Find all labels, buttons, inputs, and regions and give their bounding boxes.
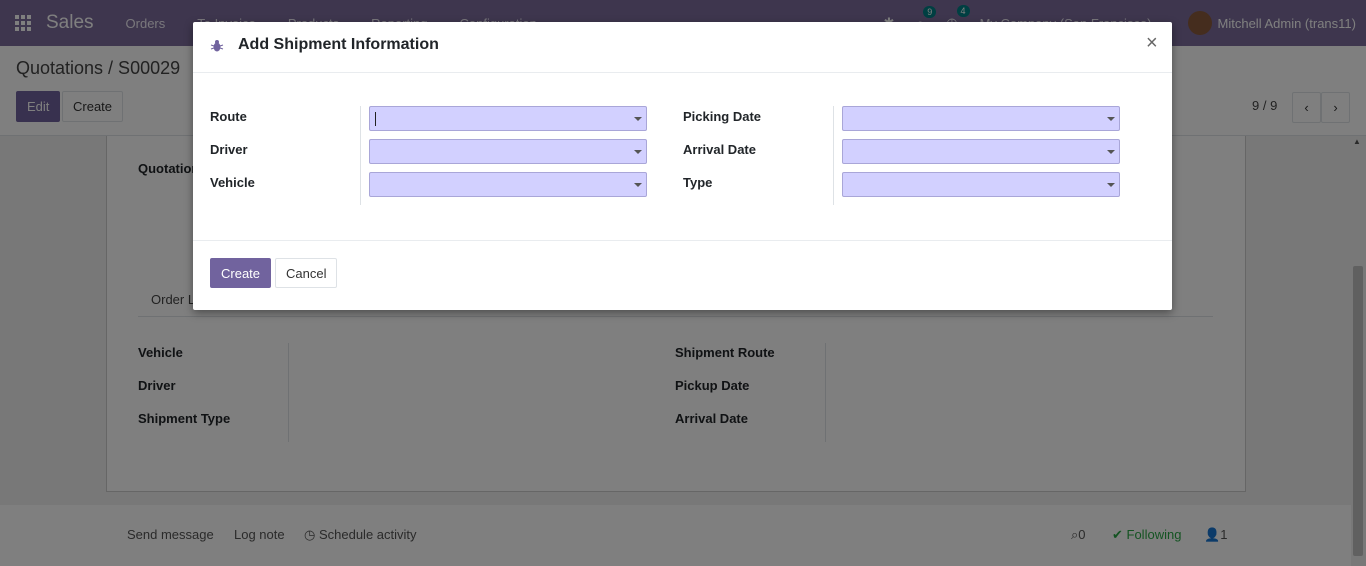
- close-icon[interactable]: ×: [1146, 31, 1158, 55]
- driver-label: Driver: [210, 142, 248, 157]
- type-select[interactable]: [842, 172, 1120, 197]
- shipment-dialog: Add Shipment Information × Route Driver …: [193, 22, 1172, 310]
- chevron-down-icon[interactable]: [634, 183, 642, 187]
- chevron-down-icon[interactable]: [634, 150, 642, 154]
- field-separator: [833, 106, 834, 205]
- chevron-down-icon[interactable]: [634, 117, 642, 121]
- type-label: Type: [683, 175, 713, 190]
- chevron-down-icon[interactable]: [1107, 117, 1115, 121]
- route-select[interactable]: [369, 106, 647, 131]
- field-separator: [360, 106, 361, 205]
- chevron-down-icon[interactable]: [1107, 150, 1115, 154]
- dialog-create-button[interactable]: Create: [210, 258, 272, 288]
- vehicle-select[interactable]: [369, 172, 647, 197]
- arrival-date-label: Arrival Date: [683, 142, 756, 157]
- picking-date-select[interactable]: [842, 106, 1120, 131]
- route-label: Route: [210, 109, 247, 124]
- bug-icon: [210, 40, 224, 52]
- picking-date-label: Picking Date: [683, 109, 762, 124]
- vehicle-label: Vehicle: [210, 175, 255, 190]
- arrival-date-select[interactable]: [842, 139, 1120, 164]
- dialog-title: Add Shipment Information: [238, 36, 439, 53]
- dialog-header: Add Shipment Information ×: [193, 22, 1172, 73]
- dialog-body: Route Driver Vehicle Picking Date Arriva…: [193, 73, 1172, 241]
- dialog-footer: Create Cancel: [193, 240, 1172, 310]
- dialog-cancel-button[interactable]: Cancel: [275, 258, 338, 288]
- text-cursor: [375, 112, 376, 126]
- chevron-down-icon[interactable]: [1107, 183, 1115, 187]
- driver-select[interactable]: [369, 139, 647, 164]
